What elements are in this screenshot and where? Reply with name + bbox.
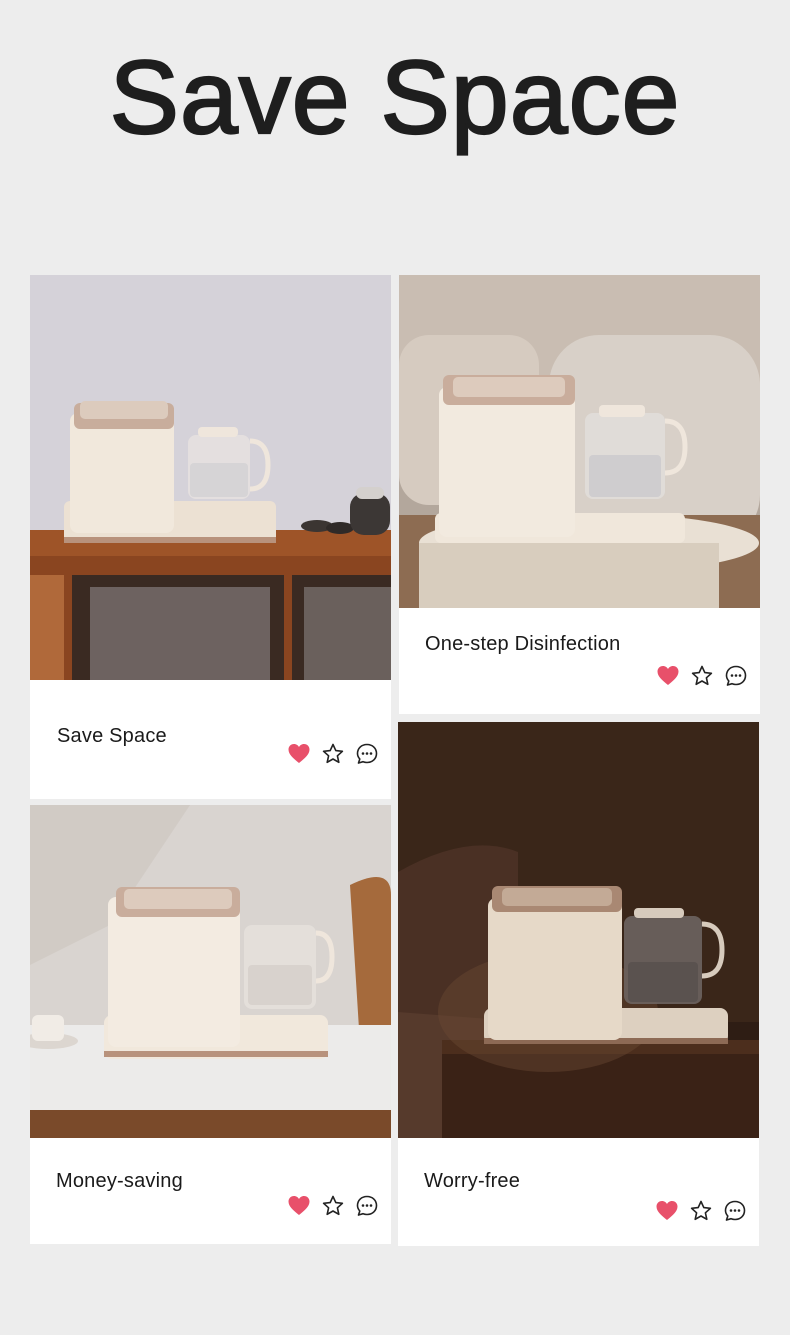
- star-icon[interactable]: [321, 742, 345, 766]
- product-photo[interactable]: [30, 275, 391, 680]
- heart-icon[interactable]: [287, 742, 311, 766]
- product-photo[interactable]: [30, 805, 391, 1138]
- card-caption: Worry-free: [424, 1170, 521, 1192]
- product-photo[interactable]: [399, 275, 760, 608]
- card-actions: [655, 1199, 747, 1223]
- comment-icon[interactable]: [724, 664, 748, 688]
- comment-icon[interactable]: [355, 742, 379, 766]
- product-photo[interactable]: [398, 722, 759, 1138]
- card-caption: Money-saving: [56, 1170, 183, 1192]
- card-actions: [287, 742, 379, 766]
- heart-icon[interactable]: [655, 1199, 679, 1223]
- post-card-worry-free[interactable]: Worry-free: [398, 722, 759, 1246]
- card-actions: [287, 1194, 379, 1218]
- star-icon[interactable]: [689, 1199, 713, 1223]
- post-card-money-saving[interactable]: Money-saving: [30, 805, 391, 1244]
- page-title: Save Space: [108, 39, 681, 157]
- card-caption: One-step Disinfection: [425, 633, 621, 655]
- card-actions: [656, 664, 748, 688]
- comment-icon[interactable]: [723, 1199, 747, 1223]
- card-caption: Save Space: [57, 725, 167, 747]
- post-card-save-space[interactable]: Save Space: [30, 275, 391, 799]
- star-icon[interactable]: [690, 664, 714, 688]
- post-card-one-step-disinfection[interactable]: One-step Disinfection: [399, 275, 760, 714]
- heart-icon[interactable]: [287, 1194, 311, 1218]
- comment-icon[interactable]: [355, 1194, 379, 1218]
- star-icon[interactable]: [321, 1194, 345, 1218]
- heart-icon[interactable]: [656, 664, 680, 688]
